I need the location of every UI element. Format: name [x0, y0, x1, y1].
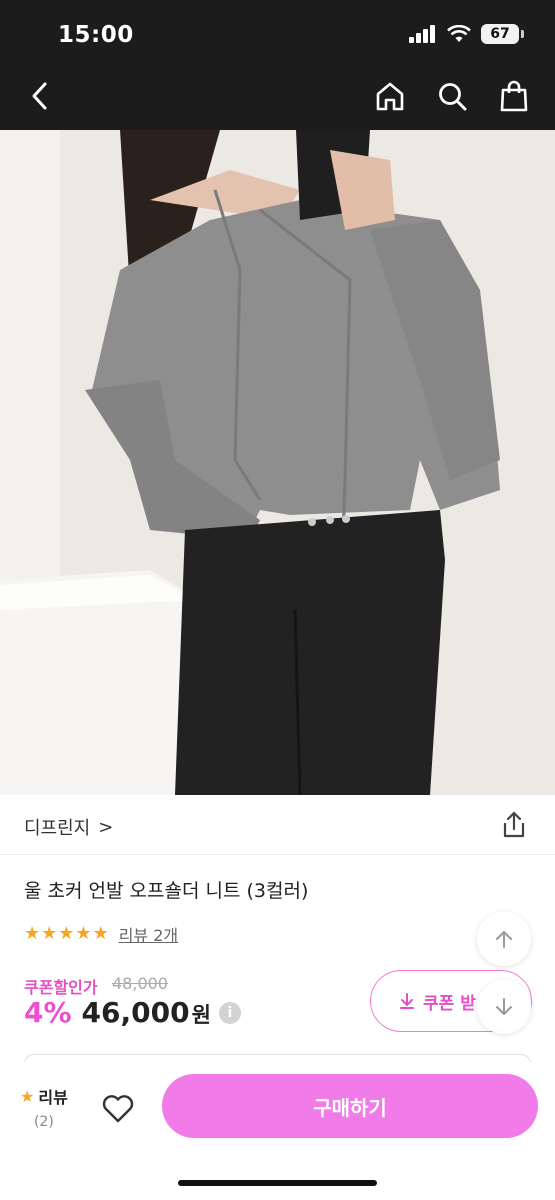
buy-button[interactable]: 구매하기	[162, 1074, 538, 1138]
share-button[interactable]	[499, 810, 529, 840]
coupon-button-label: 쿠폰 받	[423, 993, 476, 1014]
home-icon	[376, 82, 404, 111]
star-icon: ★	[58, 923, 75, 944]
rating-row: ★ ★ ★ ★ ★ 리뷰 2개	[24, 922, 178, 946]
review-link[interactable]: 리뷰 2개	[119, 922, 178, 946]
currency-label: 원	[191, 1003, 211, 1027]
star-icon: ★	[92, 923, 109, 944]
cart-button[interactable]	[496, 78, 532, 114]
search-button[interactable]	[434, 78, 470, 114]
product-image[interactable]	[0, 130, 555, 795]
brand-row: 디프린지 >	[0, 797, 555, 855]
bottom-action-bar: ★ 리뷰 (2) 구매하기	[0, 1062, 555, 1200]
review-summary-label: 리뷰	[38, 1088, 68, 1107]
brand-link[interactable]: 디프린지 >	[24, 814, 113, 840]
home-indicator	[178, 1180, 377, 1186]
status-icons: 67	[409, 24, 524, 44]
star-icon: ★	[20, 1086, 35, 1106]
star-icon: ★	[75, 923, 92, 944]
star-icon: ★	[41, 923, 58, 944]
wifi-icon	[447, 25, 471, 42]
sale-price: 46,000	[81, 996, 190, 1029]
wishlist-button[interactable]	[100, 1090, 136, 1126]
original-price: 48,000	[112, 974, 168, 993]
star-icon: ★	[24, 923, 41, 944]
brand-name: 디프린지	[24, 818, 91, 839]
coupon-price-label: 쿠폰할인가	[24, 978, 98, 997]
home-button[interactable]	[372, 78, 408, 114]
product-title: 울 초커 언발 오프숄더 니트 (3컬러)	[24, 880, 309, 902]
status-bar: 15:00 67	[0, 0, 555, 62]
arrow-up-icon	[496, 931, 512, 948]
info-icon[interactable]: i	[218, 1001, 241, 1024]
scroll-down-button[interactable]	[477, 980, 531, 1034]
search-icon	[439, 83, 467, 111]
signal-icon	[409, 25, 435, 43]
heart-icon	[102, 1095, 134, 1123]
chevron-left-icon	[32, 82, 47, 110]
share-icon	[503, 811, 525, 838]
price-row: 4% 46,000 원 i	[24, 996, 241, 1029]
arrow-down-icon	[496, 998, 512, 1015]
product-photo	[0, 130, 555, 795]
discount-rate: 4%	[24, 996, 72, 1029]
nav-bar	[0, 62, 555, 130]
scroll-up-button[interactable]	[477, 912, 531, 966]
status-time: 15:00	[58, 22, 134, 48]
review-summary-button[interactable]: ★ 리뷰 (2)	[20, 1084, 68, 1131]
rating-stars: ★ ★ ★ ★ ★	[24, 925, 109, 943]
download-icon	[400, 993, 414, 1009]
shopping-bag-icon	[500, 80, 528, 112]
review-summary-count: (2)	[33, 1114, 54, 1130]
back-button[interactable]	[22, 78, 58, 114]
battery-icon: 67	[481, 24, 524, 44]
chevron-right-icon: >	[98, 816, 114, 838]
